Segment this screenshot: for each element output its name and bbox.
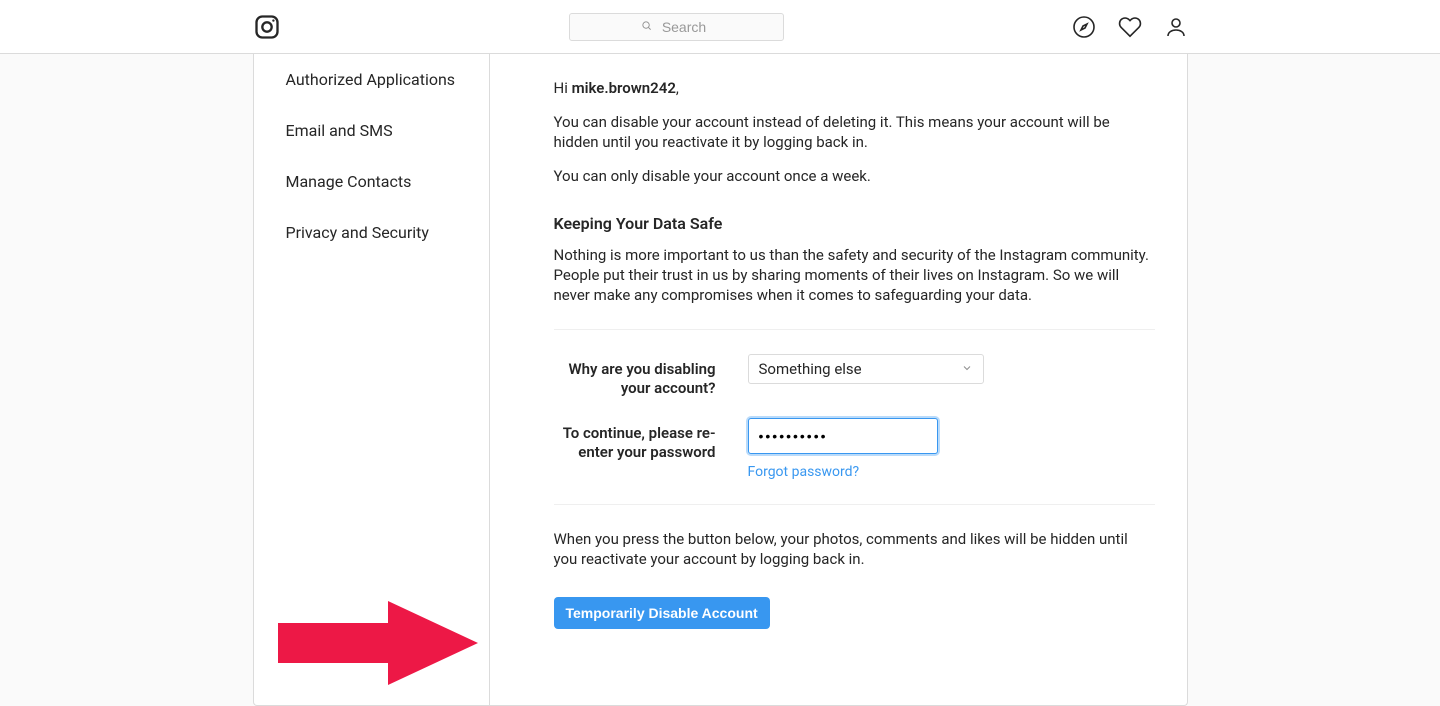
disable-info-1: You can disable your account instead of … [554, 112, 1155, 152]
reason-label: Why are you disabling your account? [554, 354, 748, 398]
sidebar-item-label: Email and SMS [286, 121, 393, 140]
settings-container: Authorized Applications Email and SMS Ma… [253, 54, 1188, 706]
instagram-icon [253, 13, 281, 41]
divider [554, 504, 1155, 505]
search-wrap [569, 13, 784, 41]
sidebar-item-authorized-apps[interactable]: Authorized Applications [254, 54, 489, 105]
section-title: Keeping Your Data Safe [554, 214, 1155, 233]
reason-select[interactable]: Something else [748, 354, 984, 384]
top-nav [0, 0, 1440, 54]
data-safe-para: Nothing is more important to us than the… [554, 245, 1155, 305]
greeting-line: Hi mike.brown242, [554, 78, 1155, 98]
password-row: To continue, please re-enter your passwo… [554, 418, 1155, 480]
logo[interactable] [253, 13, 281, 41]
disable-info-2: You can only disable your account once a… [554, 166, 1155, 186]
password-input[interactable] [748, 418, 938, 454]
search-input[interactable] [569, 13, 784, 41]
profile-icon[interactable] [1164, 15, 1188, 39]
reason-selected-value: Something else [759, 360, 862, 378]
settings-sidebar: Authorized Applications Email and SMS Ma… [254, 54, 490, 705]
sidebar-item-privacy-security[interactable]: Privacy and Security [254, 207, 489, 258]
heart-icon[interactable] [1118, 15, 1142, 39]
password-label: To continue, please re-enter your passwo… [554, 418, 748, 462]
reason-row: Why are you disabling your account? Some… [554, 354, 1155, 398]
temporarily-disable-button[interactable]: Temporarily Disable Account [554, 597, 770, 629]
confirm-info: When you press the button below, your ph… [554, 529, 1155, 569]
sidebar-item-manage-contacts[interactable]: Manage Contacts [254, 156, 489, 207]
greeting-suffix: , [676, 79, 679, 97]
username: mike.brown242 [572, 79, 676, 97]
sidebar-item-email-sms[interactable]: Email and SMS [254, 105, 489, 156]
greeting-prefix: Hi [554, 79, 572, 97]
sidebar-item-label: Manage Contacts [286, 172, 412, 191]
chevron-down-icon [961, 360, 973, 378]
main-content: Hi mike.brown242, You can disable your a… [490, 54, 1187, 705]
nav-icons [1072, 15, 1188, 39]
forgot-password-link[interactable]: Forgot password? [748, 464, 860, 480]
sidebar-item-label: Privacy and Security [286, 223, 429, 242]
sidebar-item-label: Authorized Applications [286, 70, 456, 89]
explore-icon[interactable] [1072, 15, 1096, 39]
divider [554, 329, 1155, 330]
